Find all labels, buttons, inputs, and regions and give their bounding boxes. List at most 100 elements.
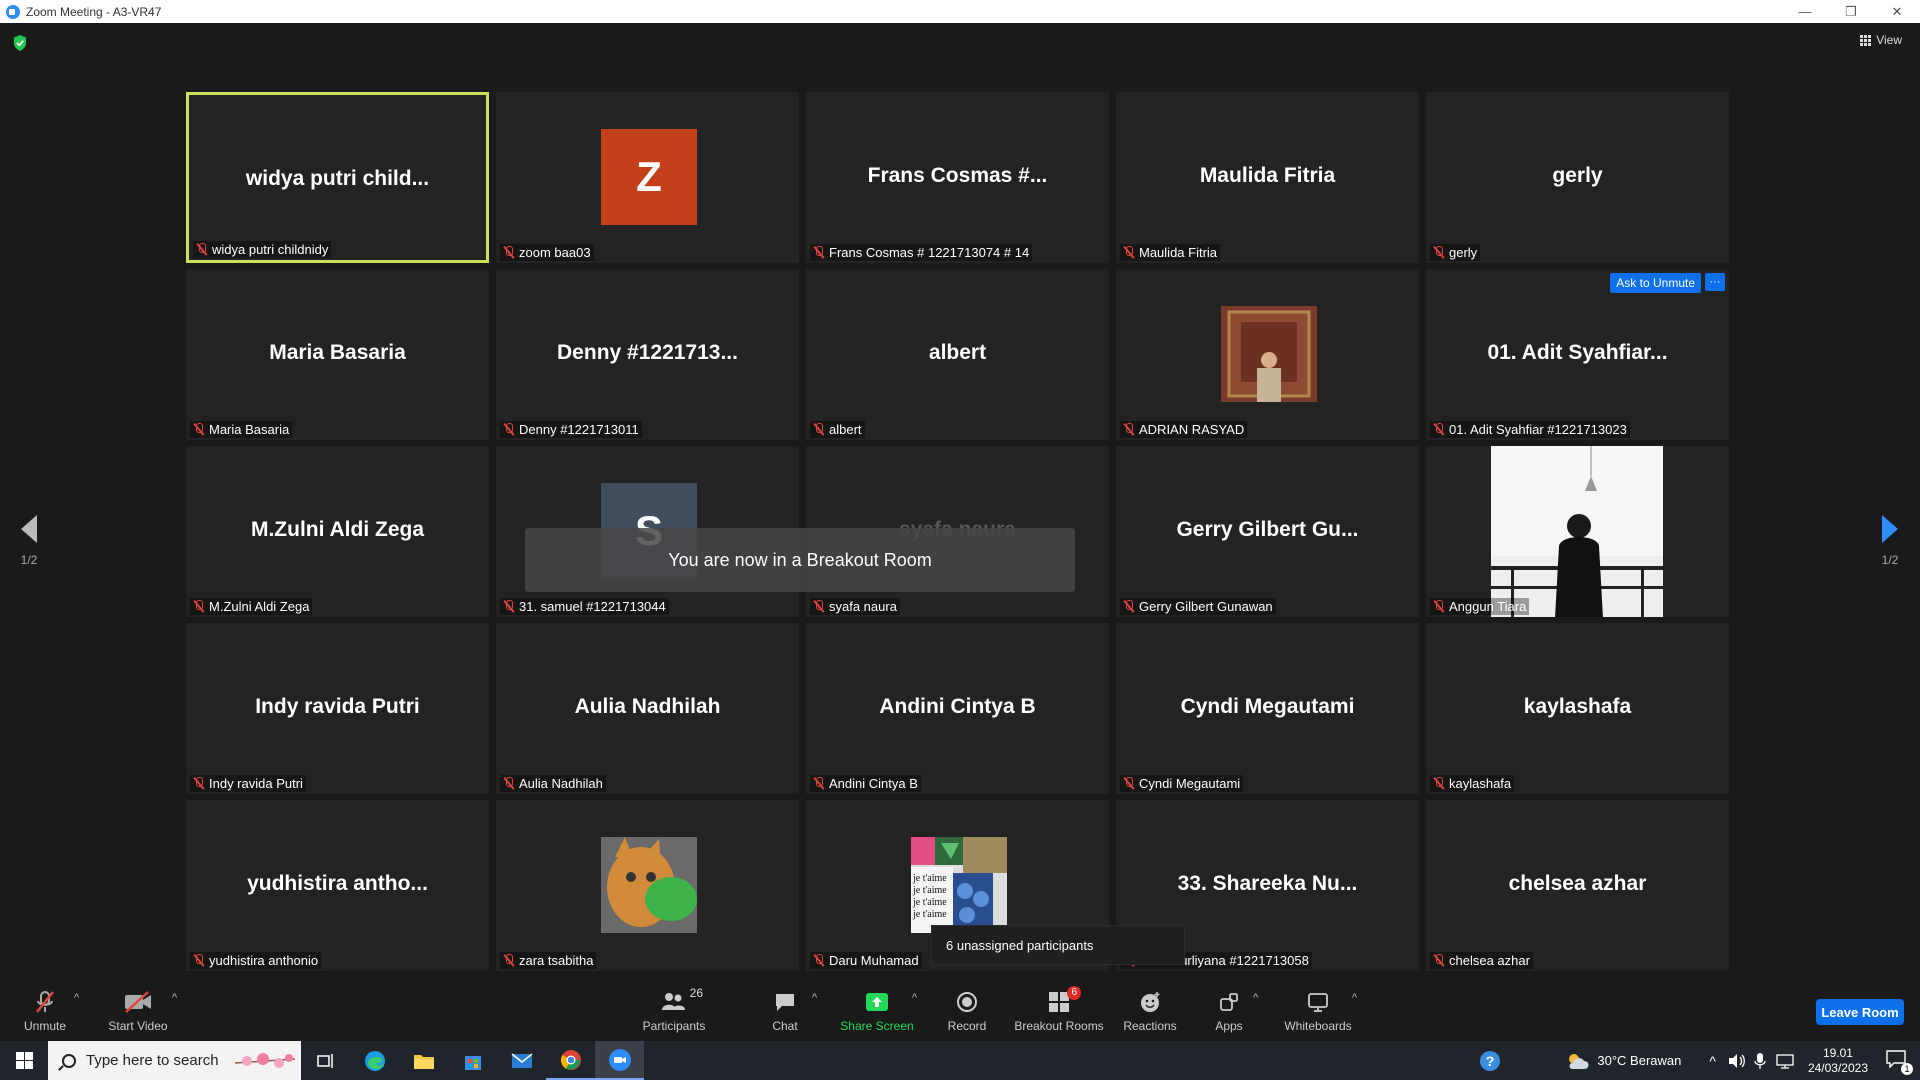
- start-video-button[interactable]: Start Video: [108, 980, 168, 1041]
- participant-tile[interactable]: Andini Cintya B Andini Cintya B: [806, 623, 1109, 794]
- participant-tile[interactable]: M.Zulni Aldi Zega M.Zulni Aldi Zega: [186, 446, 489, 617]
- participant-tile[interactable]: widya putri child... widya putri childnid…: [186, 92, 489, 263]
- participant-tile[interactable]: Frans Cosmas #... Frans Cosmas # 12217130…: [806, 92, 1109, 263]
- participant-tile[interactable]: chelsea azhar chelsea azhar: [1426, 800, 1729, 971]
- start-button[interactable]: [0, 1041, 48, 1080]
- close-button[interactable]: ✕: [1874, 0, 1920, 23]
- participant-tile[interactable]: Maria Basaria Maria Basaria: [186, 269, 489, 440]
- participant-name: Maulida Fitria: [1139, 245, 1218, 260]
- clock[interactable]: 19.01 24/03/2023: [1808, 1046, 1868, 1076]
- participant-tile[interactable]: Anggun Tiara: [1426, 446, 1729, 617]
- participant-display-name: 33. Shareeka Nu...: [1177, 872, 1358, 895]
- taskbar-edge[interactable]: [350, 1041, 399, 1080]
- notification-center-button[interactable]: 1: [1886, 1050, 1913, 1075]
- participant-name: gerly: [1449, 245, 1478, 260]
- participant-tile[interactable]: ADRIAN RASYAD: [1116, 269, 1419, 440]
- taskbar-store[interactable]: [448, 1041, 497, 1080]
- next-page-button[interactable]: 1/2: [1874, 515, 1906, 567]
- mic-muted-icon: [813, 246, 825, 259]
- store-bag-icon: [464, 1055, 481, 1070]
- microphone-tray-icon[interactable]: [1754, 1052, 1766, 1070]
- participants-button[interactable]: 26 Participants: [640, 980, 708, 1041]
- record-button[interactable]: Record: [945, 980, 989, 1041]
- leave-room-button[interactable]: Leave Room: [1816, 999, 1904, 1025]
- page-indicator-right: 1/2: [1881, 553, 1899, 567]
- participant-tile[interactable]: Gerry Gilbert Gu... Gerry Gilbert Gunawan: [1116, 446, 1419, 617]
- participant-display-name: Denny #1221713...: [557, 341, 738, 364]
- chat-bubble-icon: [774, 990, 796, 1014]
- apps-options-caret-icon[interactable]: ^: [1253, 992, 1258, 1004]
- minimize-button[interactable]: —: [1782, 0, 1828, 23]
- taskbar-file-explorer[interactable]: [399, 1041, 448, 1080]
- clock-time: 19.01: [1822, 1045, 1853, 1060]
- participant-display-name: M.Zulni Aldi Zega: [250, 518, 425, 541]
- more-options-button[interactable]: ···: [1705, 273, 1725, 291]
- show-hidden-icons-chevron-icon[interactable]: ^: [1709, 1053, 1716, 1069]
- speaker-volume-icon[interactable]: [1728, 1053, 1746, 1069]
- video-options-caret-icon[interactable]: ^: [172, 992, 177, 1004]
- participant-tile[interactable]: Denny #1221713... Denny #1221713011: [496, 269, 799, 440]
- mic-muted-icon: [1433, 423, 1445, 436]
- svg-text:je t'aime: je t'aime: [912, 873, 947, 884]
- taskbar-search-box[interactable]: Type here to search: [48, 1041, 301, 1080]
- chrome-browser-icon: [560, 1049, 581, 1070]
- breakout-rooms-button[interactable]: 6 Breakout Rooms: [1012, 980, 1106, 1041]
- participant-tile[interactable]: Cyndi Megautami Cyndi Megautami: [1116, 623, 1419, 794]
- breakout-rooms-label: Breakout Rooms: [1014, 1019, 1104, 1033]
- task-view-button[interactable]: [301, 1041, 350, 1080]
- whiteboards-button[interactable]: Whiteboards: [1282, 980, 1354, 1041]
- zoom-logo-icon: [6, 4, 20, 19]
- chat-button[interactable]: Chat: [767, 980, 803, 1041]
- arrow-left-icon: [21, 515, 37, 543]
- reactions-button[interactable]: Reactions: [1122, 980, 1178, 1041]
- participant-name-label: Anggun Tiara: [1430, 598, 1530, 615]
- mic-muted-icon: [193, 777, 205, 790]
- chat-options-caret-icon[interactable]: ^: [812, 992, 817, 1004]
- participant-tile[interactable]: Zzoom baa03: [496, 92, 799, 263]
- mic-muted-icon: [1123, 423, 1135, 436]
- participant-tile[interactable]: kaylashafa kaylashafa: [1426, 623, 1729, 794]
- encryption-shield-icon[interactable]: [13, 35, 27, 51]
- svg-text:je t'aime: je t'aime: [912, 909, 947, 920]
- participant-name-label: M.Zulni Aldi Zega: [190, 598, 313, 615]
- share-screen-button[interactable]: Share Screen: [840, 980, 914, 1041]
- maximize-button[interactable]: ❐: [1828, 0, 1874, 23]
- participant-tile[interactable]: Maulida Fitria Maulida Fitria: [1116, 92, 1419, 263]
- participant-name: Indy ravida Putri: [209, 776, 303, 791]
- share-options-caret-icon[interactable]: ^: [912, 992, 917, 1004]
- participant-name: ADRIAN RASYAD: [1139, 422, 1245, 437]
- unmute-button[interactable]: Unmute: [22, 980, 68, 1041]
- participant-name-label: Daru Muhamad: [810, 952, 922, 969]
- participant-tile[interactable]: zara tsabitha: [496, 800, 799, 971]
- participant-display-name: albert: [928, 341, 987, 364]
- participant-name-label: albert: [810, 421, 865, 438]
- network-icon[interactable]: [1776, 1053, 1794, 1069]
- taskbar-mail[interactable]: [497, 1041, 546, 1080]
- page-indicator-left: 1/2: [20, 553, 38, 567]
- help-icon[interactable]: ?: [1479, 1050, 1501, 1072]
- ask-to-unmute-button[interactable]: Ask to Unmute: [1610, 273, 1701, 293]
- taskbar-zoom[interactable]: [595, 1041, 644, 1080]
- taskbar-chrome[interactable]: [546, 1041, 595, 1080]
- participant-display-name: 01. Adit Syahfiar...: [1487, 341, 1668, 364]
- view-button[interactable]: View: [1860, 33, 1902, 47]
- apps-button[interactable]: Apps: [1213, 980, 1245, 1041]
- reactions-label: Reactions: [1123, 1019, 1177, 1033]
- previous-page-button[interactable]: 1/2: [13, 515, 45, 567]
- participant-name: widya putri childnidy: [212, 242, 329, 257]
- unmute-label: Unmute: [23, 1019, 67, 1033]
- participant-tile[interactable]: albert albert: [806, 269, 1109, 440]
- mic-muted-icon: [813, 954, 825, 967]
- participant-name: syafa naura: [829, 599, 897, 614]
- microphone-muted-icon: [33, 990, 57, 1014]
- participant-tile[interactable]: gerly gerly: [1426, 92, 1729, 263]
- participant-display-name: Gerry Gilbert Gu...: [1176, 518, 1359, 541]
- weather-text[interactable]: 30°C Berawan: [1597, 1053, 1681, 1068]
- participant-tile[interactable]: 01. Adit Syahfiar... Ask to Unmute ··· 01. …: [1426, 269, 1729, 440]
- participant-tile[interactable]: Indy ravida Putri Indy ravida Putri: [186, 623, 489, 794]
- audio-options-caret-icon[interactable]: ^: [74, 992, 79, 1004]
- participant-tile[interactable]: Aulia Nadhilah Aulia Nadhilah: [496, 623, 799, 794]
- whiteboards-options-caret-icon[interactable]: ^: [1352, 992, 1357, 1004]
- participant-tile[interactable]: yudhistira antho... yudhistira anthonio: [186, 800, 489, 971]
- share-screen-icon: [865, 990, 889, 1014]
